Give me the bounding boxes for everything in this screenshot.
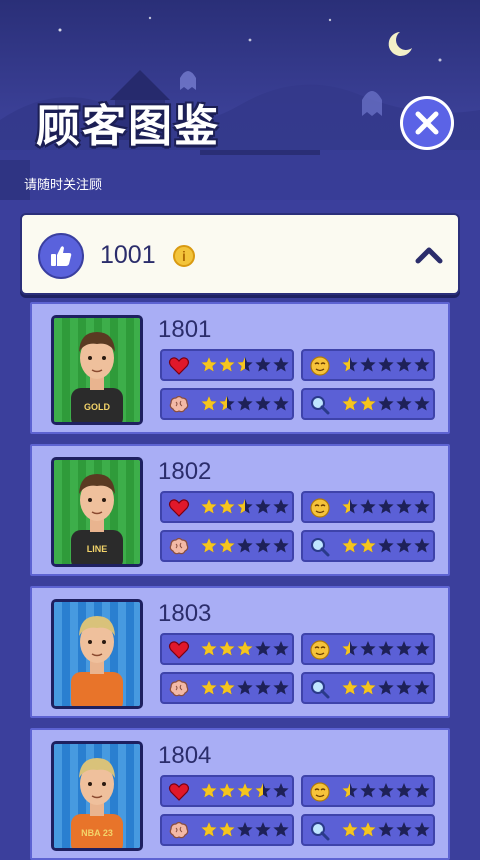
stat-mood [301,491,435,523]
stat-brain [160,814,294,846]
page-subtitle: 请随时关注顾 [24,177,103,192]
customer-card[interactable]: NBA 23 1804 [30,728,450,860]
stat-search [301,388,435,420]
star-rating [342,783,430,798]
customer-card[interactable]: 1803 [30,586,450,718]
category-id: 1001 [100,241,156,269]
page-title: 顾客图鉴 [36,102,220,151]
brain-icon [169,537,189,555]
heart-icon [168,641,190,659]
thumbs-up-icon [38,233,84,279]
stat-search [301,814,435,846]
stat-mood [301,775,435,807]
close-button[interactable] [400,96,454,150]
stat-mood [301,633,435,665]
info-icon[interactable]: i [173,245,195,267]
category-header[interactable]: 1001 i [20,213,460,295]
star-rating [201,499,289,514]
customer-id: 1802 [158,458,212,485]
customer-id: 1803 [158,600,212,627]
magnifier-icon [311,822,330,841]
shirt-label: GOLD [84,402,110,412]
star-rating [201,396,289,411]
star-rating [342,822,430,837]
star-rating [342,680,430,695]
brain-icon [169,679,189,697]
stat-heart [160,775,294,807]
customer-portrait: GOLD [51,315,143,425]
star-rating [342,357,430,372]
stat-search [301,672,435,704]
customer-portrait: LINE [51,457,143,567]
star-rating [201,680,289,695]
brain-icon [169,395,189,413]
stat-heart [160,633,294,665]
star-rating [201,357,289,372]
stat-brain [160,388,294,420]
magnifier-icon [311,538,330,557]
star-rating [342,499,430,514]
stat-brain [160,672,294,704]
star-rating [201,538,289,553]
brain-icon [169,821,189,839]
customer-portrait: NBA 23 [51,741,143,851]
customer-card[interactable]: GOLD 1801 [30,302,450,434]
stat-brain [160,530,294,562]
heart-icon [168,499,190,517]
stat-search [301,530,435,562]
smile-face-icon [310,640,330,660]
star-rating [201,641,289,656]
star-rating [201,783,289,798]
star-rating [201,822,289,837]
star-rating [342,396,430,411]
magnifier-icon [311,680,330,699]
stat-mood [301,349,435,381]
shirt-label: LINE [86,544,108,554]
smile-face-icon [310,356,330,376]
star-rating [342,538,430,553]
magnifier-icon [311,396,330,415]
customer-id: 1804 [158,742,212,769]
smile-face-icon [310,498,330,518]
customer-card[interactable]: LINE 1802 [30,444,450,576]
stat-heart [160,491,294,523]
customer-portrait [51,599,143,709]
star-rating [342,641,430,656]
close-icon [415,111,439,135]
chevron-up-icon[interactable] [414,243,444,267]
heart-icon [168,783,190,801]
heart-icon [168,357,190,375]
shirt-label: NBA 23 [81,828,113,838]
stat-heart [160,349,294,381]
customer-id: 1801 [158,316,212,343]
smile-face-icon [310,782,330,802]
